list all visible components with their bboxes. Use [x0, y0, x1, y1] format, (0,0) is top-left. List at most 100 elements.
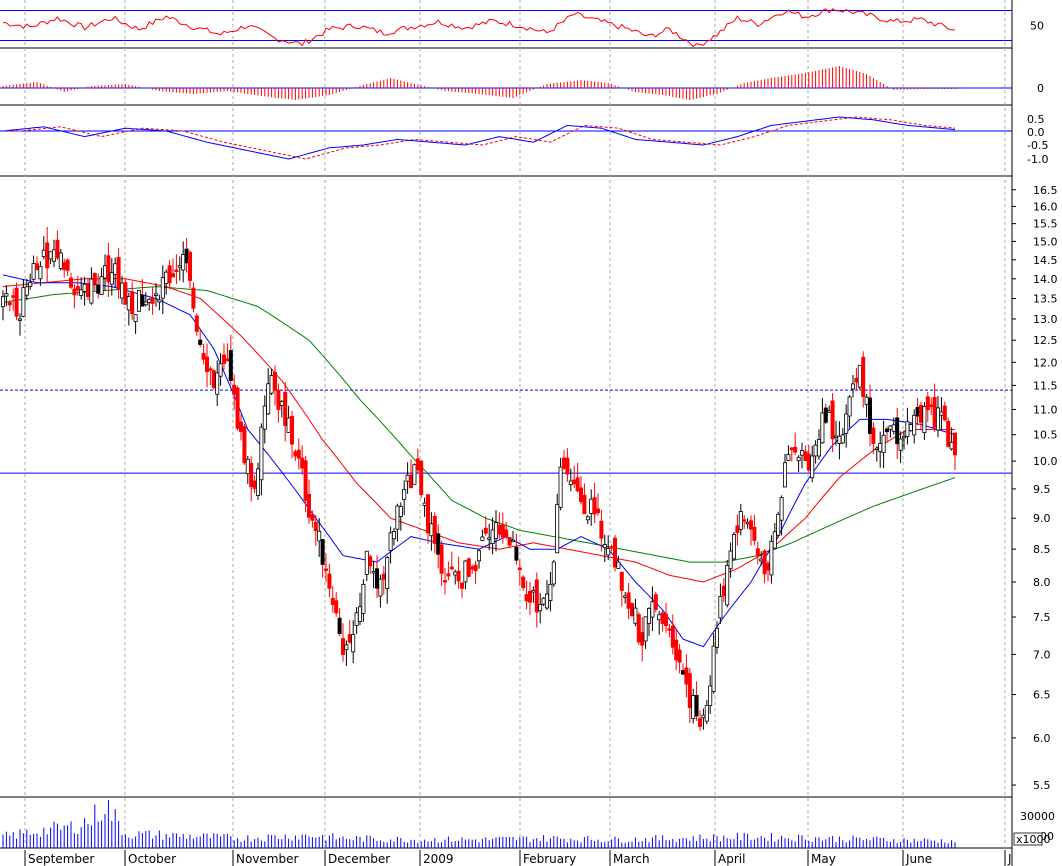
- candle-body: [572, 479, 577, 485]
- candle-body: [130, 291, 135, 315]
- candle: [636, 612, 641, 645]
- candle-body: [408, 474, 413, 489]
- candle-body: [660, 612, 665, 624]
- candle-body: [361, 584, 366, 614]
- candle-body: [698, 718, 703, 727]
- price-tick-label: 11.5: [1033, 379, 1058, 392]
- candle-body: [232, 384, 237, 395]
- candle-body: [541, 597, 546, 605]
- candle: [123, 278, 128, 305]
- candle-body: [92, 273, 97, 285]
- price-tick-label: 7.0: [1033, 648, 1051, 661]
- candle: [946, 417, 951, 448]
- price-tick-label: 8.0: [1033, 576, 1051, 589]
- candle-body: [891, 424, 896, 432]
- candle-body: [528, 591, 533, 603]
- candle: [857, 364, 862, 390]
- candle-body: [340, 638, 345, 655]
- candle-body: [4, 293, 9, 297]
- candle-body: [783, 462, 788, 488]
- candle-body: [738, 511, 743, 530]
- candle-body: [640, 632, 645, 646]
- candle-body: [306, 494, 311, 518]
- candle-body: [228, 350, 233, 381]
- candle-body: [653, 594, 658, 610]
- candle-body: [218, 363, 223, 377]
- candle-body: [41, 249, 46, 257]
- candle-body: [762, 550, 767, 575]
- candle-body: [463, 560, 468, 583]
- candle-body: [769, 540, 774, 576]
- hist-tick-label: 0: [1037, 82, 1044, 95]
- candle-body: [184, 248, 189, 264]
- candle: [235, 385, 240, 431]
- candle-body: [0, 296, 6, 308]
- candle-body: [378, 578, 383, 597]
- candle-body: [422, 502, 427, 506]
- macd-tick-label: -0.5: [1027, 139, 1048, 152]
- candle-body: [412, 464, 417, 485]
- candle-body: [69, 277, 74, 288]
- candle-body: [674, 639, 679, 661]
- candle-body: [55, 239, 60, 259]
- candle-body: [480, 536, 485, 541]
- candle-body: [721, 585, 726, 597]
- candle-body: [357, 606, 362, 622]
- candle-body: [779, 497, 784, 521]
- candle-body: [89, 278, 94, 304]
- candle-body: [946, 420, 951, 447]
- candle-body: [864, 396, 869, 405]
- candle-body: [272, 371, 277, 391]
- candle-body: [582, 494, 587, 515]
- candle-body: [538, 604, 543, 612]
- candle-body: [823, 407, 828, 423]
- candle-body: [830, 400, 835, 440]
- candle-body: [266, 383, 271, 415]
- candle-body: [803, 451, 808, 461]
- candle-body: [919, 405, 924, 423]
- candle-body: [398, 506, 403, 517]
- candle-body: [701, 714, 706, 719]
- candle-body: [334, 600, 339, 614]
- candle-body: [157, 299, 162, 303]
- candle-body: [507, 537, 512, 546]
- price-tick-label: 16.0: [1033, 200, 1058, 213]
- candle-body: [749, 520, 754, 530]
- candle-body: [415, 458, 420, 471]
- candle-body: [776, 513, 781, 536]
- candle-body: [854, 377, 859, 383]
- candle-body: [670, 625, 675, 648]
- candle-body: [28, 282, 33, 287]
- candle: [419, 460, 424, 499]
- candle-body: [181, 253, 186, 271]
- candle-body: [38, 265, 43, 280]
- candle-body: [201, 353, 206, 360]
- candle-body: [789, 447, 794, 451]
- candle-body: [371, 571, 376, 574]
- candle-body: [446, 573, 451, 577]
- candle-body: [347, 634, 352, 643]
- candle-body: [289, 415, 294, 445]
- candle-body: [728, 550, 733, 570]
- candle-body: [21, 287, 26, 317]
- candle-body: [857, 364, 862, 388]
- candle: [136, 290, 141, 312]
- rsi-tick-label: 50: [1030, 20, 1044, 33]
- candle-body: [636, 614, 641, 643]
- candle-body: [548, 583, 553, 601]
- candle-body: [837, 435, 842, 444]
- candle-body: [585, 516, 590, 521]
- candle: [551, 559, 556, 587]
- candle-body: [255, 468, 260, 496]
- candle-body: [293, 451, 298, 457]
- candle-body: [300, 457, 305, 469]
- macd-tick-label: -1.0: [1027, 153, 1048, 166]
- candle-body: [613, 537, 618, 568]
- candle-body: [82, 283, 87, 292]
- candle-body: [133, 314, 138, 323]
- candle-body: [908, 424, 913, 432]
- candle-body: [276, 389, 281, 410]
- candle-body: [381, 573, 386, 580]
- candle-body: [286, 417, 291, 433]
- candle-body: [153, 293, 158, 296]
